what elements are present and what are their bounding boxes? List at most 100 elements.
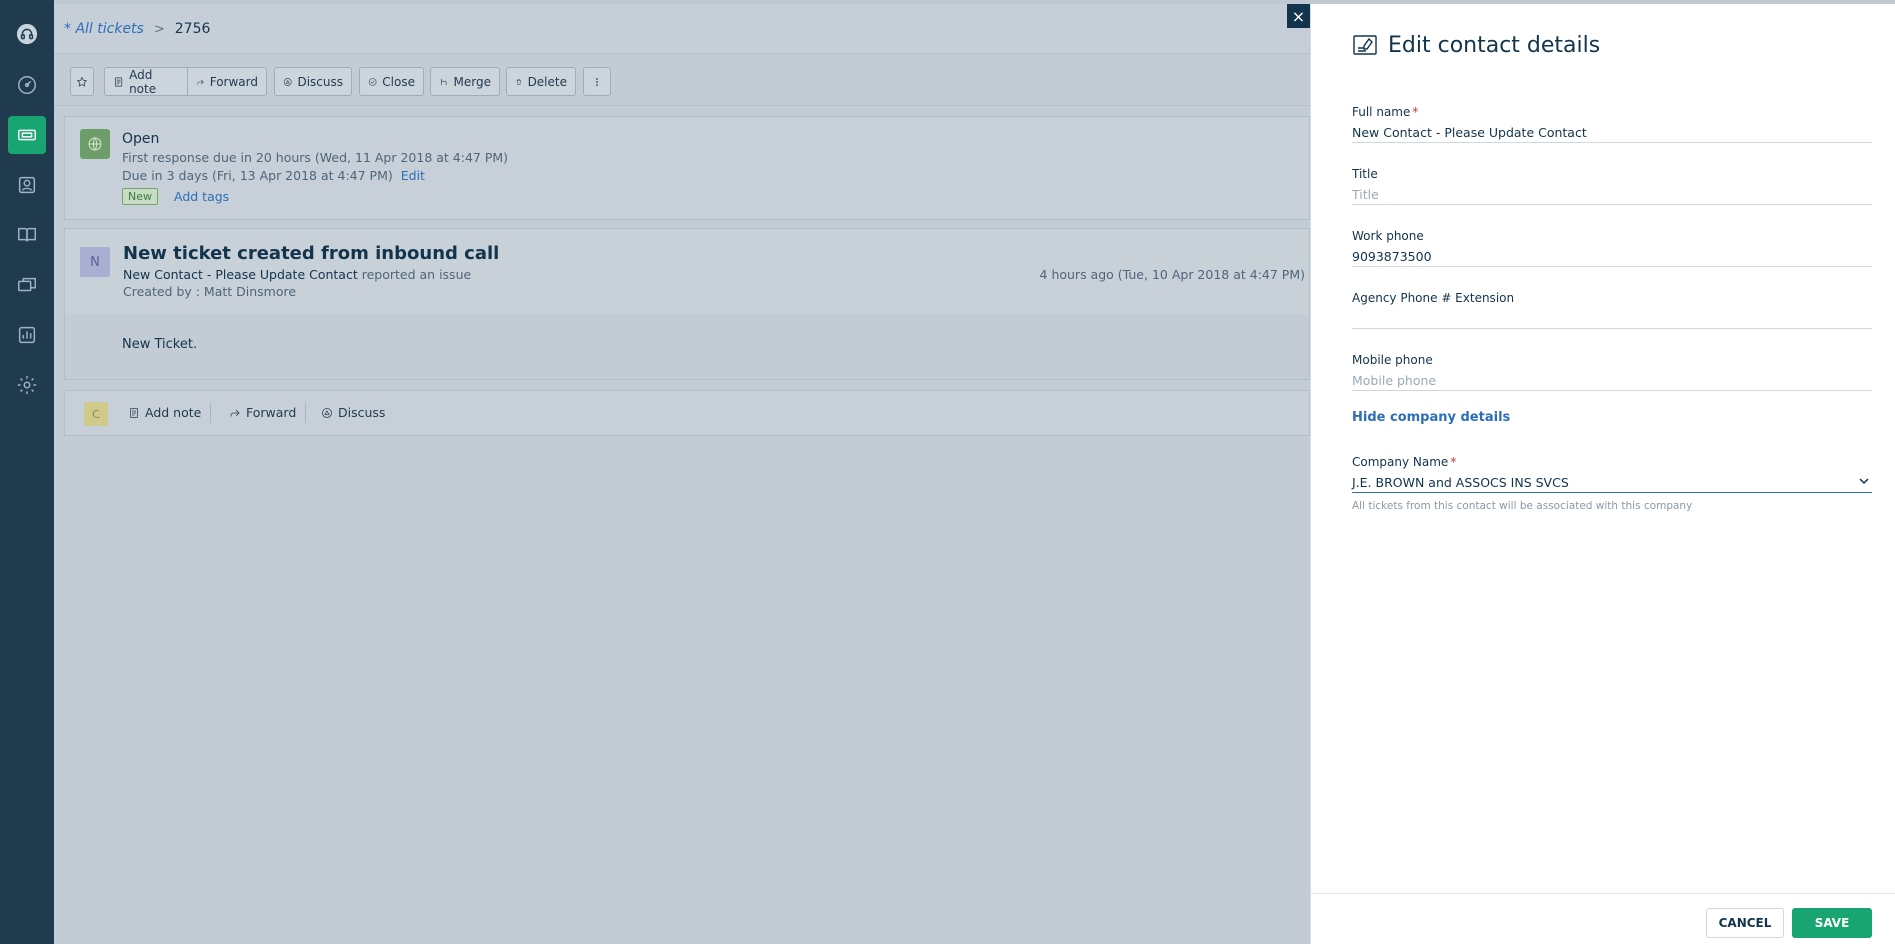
headset-logo-icon[interactable] (8, 15, 46, 53)
breadcrumb-all-tickets[interactable]: * All tickets (64, 21, 144, 37)
trash-icon (516, 78, 521, 85)
more-options-button[interactable] (583, 67, 611, 96)
check-circle-icon (368, 77, 377, 86)
contacts-icon[interactable] (8, 166, 46, 204)
ticket-status-card: Open First response due in 20 hours (Wed… (64, 116, 1310, 220)
company-name-label-text: Company Name (1352, 455, 1449, 469)
contact-card-edit-icon (1353, 35, 1377, 55)
work-phone-field: Work phone (1352, 229, 1872, 267)
agent-avatar: C (84, 402, 108, 426)
ticket-toolbar: Add note Forward Discuss Close Merge Del… (54, 54, 1310, 106)
reporter-name[interactable]: New Contact - Please Update Contact (123, 267, 358, 282)
divider (305, 403, 306, 423)
ticket-title: New ticket created from inbound call (123, 243, 500, 264)
settings-gear-icon[interactable] (8, 366, 46, 404)
full-name-field: Full name * (1352, 105, 1872, 143)
agency-extension-input[interactable] (1352, 307, 1872, 329)
ticket-created-by: Created by : Matt Dinsmore (123, 284, 297, 299)
more-vertical-icon (596, 77, 598, 86)
company-help-text: All tickets from this contact will be as… (1352, 500, 1693, 512)
required-mark: * (1450, 455, 1457, 469)
star-button[interactable] (70, 67, 94, 96)
ticket-main-area: * All tickets > 2756 Add note Forward Di… (54, 4, 1310, 944)
note-icon (114, 76, 123, 87)
title-label: Title (1352, 167, 1378, 181)
dashboard-icon[interactable] (8, 66, 46, 104)
breadcrumb-separator-icon: > (153, 21, 165, 37)
title-field: Title (1352, 167, 1872, 205)
company-name-field: Company Name * J.E. BROWN and ASSOCS INS … (1352, 455, 1872, 512)
title-input[interactable] (1352, 183, 1872, 205)
ticket-timestamp: 4 hours ago (Tue, 10 Apr 2018 at 4:47 PM… (1039, 267, 1305, 282)
reply-discuss-button[interactable]: Discuss (321, 405, 385, 420)
required-mark: * (1412, 105, 1419, 119)
mobile-phone-field: Mobile phone (1352, 353, 1872, 391)
delete-button[interactable]: Delete (506, 67, 576, 96)
ticket-description-card: N New ticket created from inbound call N… (64, 228, 1310, 380)
star-icon (76, 76, 88, 87)
note-icon (130, 407, 138, 418)
discuss-icon (322, 407, 332, 418)
edit-due-link[interactable]: Edit (401, 168, 425, 183)
resolution-due-text: Due in 3 days (Fri, 13 Apr 2018 at 4:47 … (122, 168, 393, 183)
close-ticket-button[interactable]: Close (359, 67, 424, 96)
drawer-title: Edit contact details (1352, 32, 1600, 58)
ticket-header: N New ticket created from inbound call N… (65, 229, 1309, 315)
full-name-input[interactable] (1352, 121, 1872, 143)
reported-text: reported an issue (361, 267, 472, 282)
forward-label: Forward (209, 74, 258, 89)
full-name-label-text: Full name (1352, 105, 1411, 119)
reports-icon[interactable] (8, 316, 46, 354)
add-note-button[interactable]: Add note (104, 67, 188, 96)
merge-icon (441, 78, 447, 85)
solutions-book-icon[interactable] (8, 216, 46, 254)
discussions-icon[interactable] (8, 266, 46, 304)
add-note-label: Add note (129, 67, 157, 96)
discuss-label: Discuss (297, 74, 343, 89)
company-name-value: J.E. BROWN and ASSOCS INS SVCS (1352, 475, 1569, 490)
reply-discuss-label: Discuss (338, 405, 386, 420)
top-bar: * All tickets > 2756 (54, 4, 1310, 54)
merge-button[interactable]: Merge (430, 67, 500, 96)
close-label: Close (382, 74, 415, 89)
drawer-close-button[interactable]: × (1287, 4, 1310, 28)
company-name-label: Company Name * (1352, 455, 1872, 471)
forward-button[interactable]: Forward (187, 67, 267, 96)
delete-label: Delete (527, 74, 567, 89)
drawer-title-text: Edit contact details (1388, 32, 1601, 58)
ticket-body: New Ticket. (122, 337, 198, 352)
left-nav (0, 0, 54, 944)
tickets-icon[interactable] (8, 116, 46, 154)
reply-add-note-button[interactable]: Add note (128, 405, 201, 420)
ticket-reporter-line: New Contact - Please Update Contact repo… (123, 267, 471, 282)
save-button[interactable]: SAVE (1792, 908, 1872, 938)
company-name-select[interactable]: J.E. BROWN and ASSOCS INS SVCS (1352, 471, 1872, 493)
hide-company-details-link[interactable]: Hide company details (1352, 410, 1510, 425)
edit-contact-drawer: Edit contact details Full name* Title Wo… (1310, 4, 1895, 944)
mobile-phone-label: Mobile phone (1352, 353, 1433, 367)
resolution-due: Due in 3 days (Fri, 13 Apr 2018 at 4:47 … (122, 168, 425, 183)
chevron-down-icon (1858, 475, 1870, 487)
forward-icon (230, 409, 240, 416)
agency-extension-field: Agency Phone # Extension (1352, 291, 1872, 329)
add-tags-link[interactable]: Add tags (174, 189, 229, 204)
divider (210, 403, 211, 423)
breadcrumb: * All tickets > 2756 (64, 21, 210, 37)
reply-add-note-label: Add note (145, 405, 202, 420)
forward-icon (197, 79, 204, 85)
discuss-button[interactable]: Discuss (274, 67, 352, 96)
cancel-button[interactable]: CANCEL (1706, 908, 1784, 938)
breadcrumb-ticket-id: 2756 (174, 21, 211, 37)
full-name-label: Full name * (1352, 105, 1872, 121)
reply-forward-button[interactable]: Forward (229, 405, 296, 420)
work-phone-label: Work phone (1352, 229, 1424, 243)
drawer-footer: CANCEL SAVE (1311, 893, 1895, 944)
requester-avatar: N (80, 247, 110, 277)
discuss-icon (283, 77, 292, 86)
status-tag: New (122, 188, 158, 205)
work-phone-input[interactable] (1352, 245, 1872, 267)
mobile-phone-input[interactable] (1352, 369, 1872, 391)
reply-forward-label: Forward (246, 405, 297, 420)
agency-extension-label: Agency Phone # Extension (1352, 291, 1515, 305)
first-response-due: First response due in 20 hours (Wed, 11 … (122, 150, 509, 165)
